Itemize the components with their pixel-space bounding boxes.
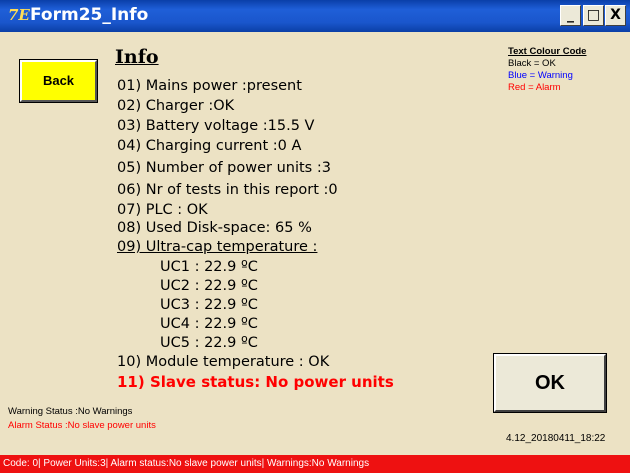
info-uc5: UC5 : 22.9 ºC	[160, 335, 258, 351]
info-ultracap-temperature: 09) Ultra-cap temperature :	[117, 239, 318, 255]
info-module-temperature: 10) Module temperature : OK	[117, 354, 330, 370]
alarm-status: Alarm Status :No slave power units	[8, 420, 156, 431]
info-slave-status: 11) Slave status: No power units	[117, 373, 394, 391]
version-label: 4.12_20180411_18:22	[506, 433, 606, 444]
info-charging-current: 04) Charging current :0 A	[117, 138, 302, 154]
status-bar: Code: 0| Power Units:3| Alarm status:No …	[0, 455, 630, 473]
minimize-button[interactable]: _	[560, 5, 581, 26]
ok-button[interactable]: OK	[493, 353, 607, 413]
info-heading: Info	[115, 46, 159, 68]
back-button[interactable]: Back	[19, 59, 98, 103]
info-uc4: UC4 : 22.9 ºC	[160, 316, 258, 332]
info-nr-tests: 06) Nr of tests in this report :0	[117, 182, 338, 198]
text-colour-legend: Text Colour Code Black = OK Blue = Warni…	[508, 46, 586, 94]
legend-title: Text Colour Code	[508, 46, 587, 57]
app-icon: 7E	[8, 6, 30, 24]
maximize-button[interactable]: □	[583, 5, 604, 26]
info-uc2: UC2 : 22.9 ºC	[160, 278, 258, 294]
legend-blue: Blue = Warning	[508, 70, 573, 81]
info-plc: 07) PLC : OK	[117, 202, 208, 218]
window-title: Form25_Info	[30, 5, 149, 25]
legend-red: Red = Alarm	[508, 82, 561, 93]
info-battery-voltage: 03) Battery voltage :15.5 V	[117, 118, 315, 134]
info-power-units: 05) Number of power units :3	[117, 160, 331, 176]
info-uc3: UC3 : 22.9 ºC	[160, 297, 258, 313]
warning-status: Warning Status :No Warnings	[8, 406, 133, 417]
info-uc1: UC1 : 22.9 ºC	[160, 259, 258, 275]
info-charger: 02) Charger :OK	[117, 98, 235, 114]
title-bar[interactable]: 7E Form25_Info _ □ X	[0, 0, 630, 32]
form25-info-window: 7E Form25_Info _ □ X Back Info 01) Mains…	[0, 0, 630, 473]
info-mains-power: 01) Mains power :present	[117, 78, 302, 94]
info-disk-space: 08) Used Disk-space: 65 %	[117, 220, 312, 236]
legend-black: Black = OK	[508, 58, 556, 69]
close-button[interactable]: X	[605, 5, 626, 26]
